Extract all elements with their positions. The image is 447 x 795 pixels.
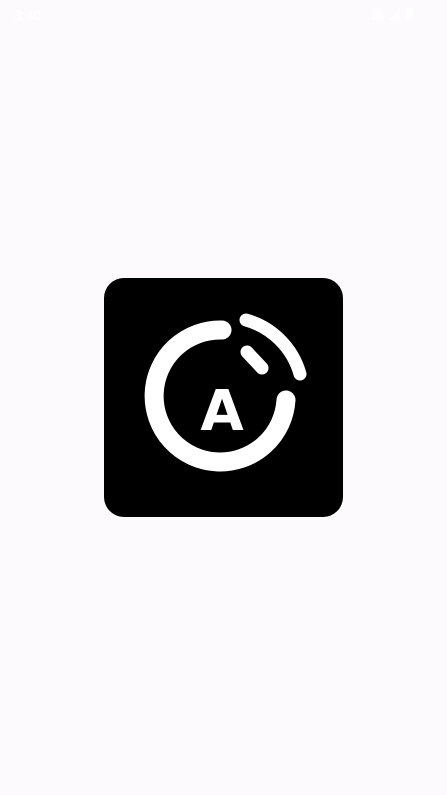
- status-time: 3:40: [14, 7, 42, 23]
- wifi-icon: [372, 8, 383, 20]
- logo-letter: A: [200, 379, 244, 444]
- status-icons: [372, 8, 413, 20]
- app-logo: A: [104, 278, 343, 517]
- signal-icon: [389, 8, 400, 20]
- battery-icon: [406, 8, 413, 20]
- status-bar: 3:40: [0, 0, 447, 30]
- logo-mark-icon: A: [144, 313, 307, 472]
